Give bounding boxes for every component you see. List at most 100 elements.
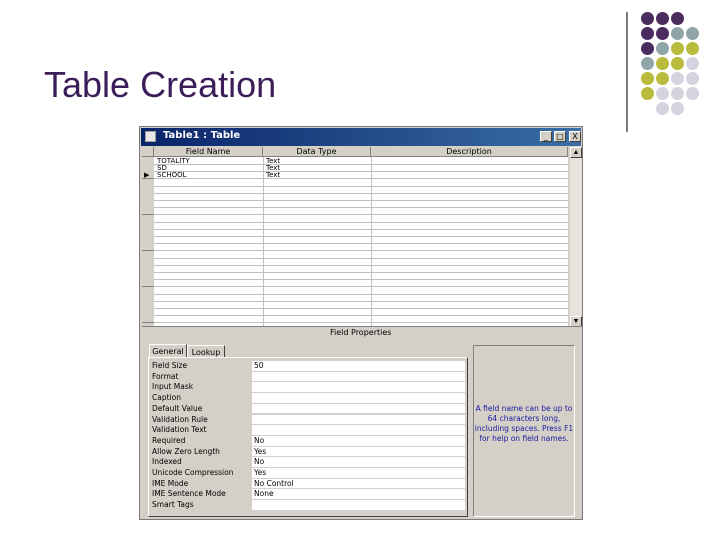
decorative-dot [686, 87, 699, 100]
decorative-dot [656, 57, 669, 70]
grid-row-line [154, 286, 568, 288]
description-cell[interactable] [374, 165, 564, 172]
decorative-dot [686, 57, 699, 70]
field-name-header[interactable]: Field Name [154, 147, 263, 157]
decorative-dot [656, 87, 669, 100]
property-label: IME Mode [152, 478, 189, 488]
description-header[interactable]: Description [371, 147, 568, 157]
property-value-field[interactable]: No [252, 435, 465, 447]
decorative-dot [656, 12, 669, 25]
grid-row-line [154, 200, 568, 201]
decorative-dot [671, 12, 684, 25]
grid-row-line [154, 293, 568, 295]
property-row: Indexed No [152, 457, 465, 468]
property-label: Format [152, 371, 179, 381]
decorative-dot [656, 72, 669, 85]
grid-row-line [154, 264, 568, 266]
grid-column-line [371, 157, 372, 327]
property-row: Format [152, 371, 465, 383]
help-panel: A field name can be up to 64 characters … [473, 345, 575, 517]
field-name-cell[interactable]: TOTALITY [157, 158, 257, 165]
decorative-dot [656, 27, 669, 40]
property-row: IME Mode No Control [152, 478, 465, 490]
data-type-cell[interactable]: Text [266, 165, 366, 172]
property-value-field[interactable] [252, 500, 465, 511]
grid-row-line [154, 300, 568, 302]
grid-header: Field Name Data Type Description [142, 147, 568, 157]
property-value-field[interactable]: Yes [252, 446, 465, 458]
property-row: Field Size 50 [152, 361, 465, 372]
property-row: Unicode Compression Yes [152, 468, 465, 479]
property-label: Required [152, 435, 186, 445]
property-value-field[interactable] [252, 414, 465, 426]
window-titlebar[interactable]: Table1 : Table _ □ X [141, 128, 581, 146]
data-type-header[interactable]: Data Type [263, 147, 371, 157]
property-label: Validation Rule [152, 414, 208, 424]
decorative-dot-grid [641, 12, 720, 122]
property-value-field[interactable] [252, 425, 465, 436]
decorative-dot [671, 72, 684, 85]
decorative-dot [641, 87, 654, 100]
grid-column-line [263, 157, 264, 327]
property-label: Caption [152, 393, 181, 403]
property-label: Allow Zero Length [152, 446, 220, 456]
property-value-field[interactable] [252, 382, 465, 394]
property-value-field[interactable]: No [252, 457, 465, 468]
property-row: Validation Text [152, 425, 465, 436]
description-cell[interactable] [374, 172, 564, 179]
decorative-dot [671, 42, 684, 55]
grid-row-line [154, 315, 568, 317]
data-type-cell[interactable]: Text [266, 172, 366, 179]
property-label: Smart Tags [152, 500, 194, 510]
grid-row-line [154, 214, 568, 216]
decorative-dot [686, 27, 699, 40]
grid-row-line [154, 243, 568, 245]
data-type-cell[interactable]: Text [266, 158, 366, 165]
decorative-dot [686, 42, 699, 55]
grid-row-line [154, 192, 568, 194]
property-row: Smart Tags [152, 500, 465, 511]
field-name-cell[interactable]: SD [157, 165, 257, 172]
grid-row-line [154, 221, 568, 223]
divider-line [626, 12, 628, 132]
property-label: Default Value [152, 403, 203, 413]
decorative-dot [641, 42, 654, 55]
decorative-dot [671, 87, 684, 100]
field-properties-panel: Field Size 50 Format Input Mask Caption Defau… [148, 357, 468, 517]
decorative-dot [641, 72, 654, 85]
decorative-dot [671, 57, 684, 70]
decorative-dot [656, 42, 669, 55]
grid-row-line [154, 272, 568, 273]
property-row: Caption [152, 393, 465, 404]
property-value-field[interactable]: No Control [252, 478, 465, 490]
close-button[interactable]: X [569, 131, 581, 142]
decorative-dot [641, 27, 654, 40]
maximize-button[interactable]: □ [554, 131, 566, 142]
property-row: Allow Zero Length Yes [152, 446, 465, 458]
property-row: IME Sentence Mode None [152, 489, 465, 501]
minimize-button[interactable]: _ [540, 131, 552, 142]
decorative-dot [641, 12, 654, 25]
property-row: Default Value [152, 403, 465, 415]
grid-vertical-scrollbar[interactable]: ▲ ▼ [570, 147, 582, 327]
scroll-up-icon[interactable]: ▲ [570, 147, 582, 158]
grid-row-line [154, 185, 568, 187]
property-row: Input Mask [152, 382, 465, 394]
field-grid: Field Name Data Type Description TOTALIT… [142, 147, 568, 327]
current-row-indicator-icon: ▶ [144, 171, 150, 179]
property-value-field[interactable]: Yes [252, 468, 465, 479]
field-properties-label: Field Properties [330, 328, 392, 337]
decorative-dot [656, 102, 669, 115]
property-value-field[interactable] [252, 403, 465, 415]
property-value-field[interactable]: 50 [252, 361, 465, 372]
property-value-field[interactable]: None [252, 489, 465, 501]
decorative-dot [671, 102, 684, 115]
property-row: Required No [152, 435, 465, 447]
property-value-field[interactable] [252, 371, 465, 383]
grid-row-line [154, 250, 568, 252]
decorative-dot [686, 72, 699, 85]
description-cell[interactable] [374, 158, 564, 165]
property-label: Input Mask [152, 382, 194, 392]
property-value-field[interactable] [252, 393, 465, 404]
field-name-cell[interactable]: SCHOOL [157, 172, 257, 179]
